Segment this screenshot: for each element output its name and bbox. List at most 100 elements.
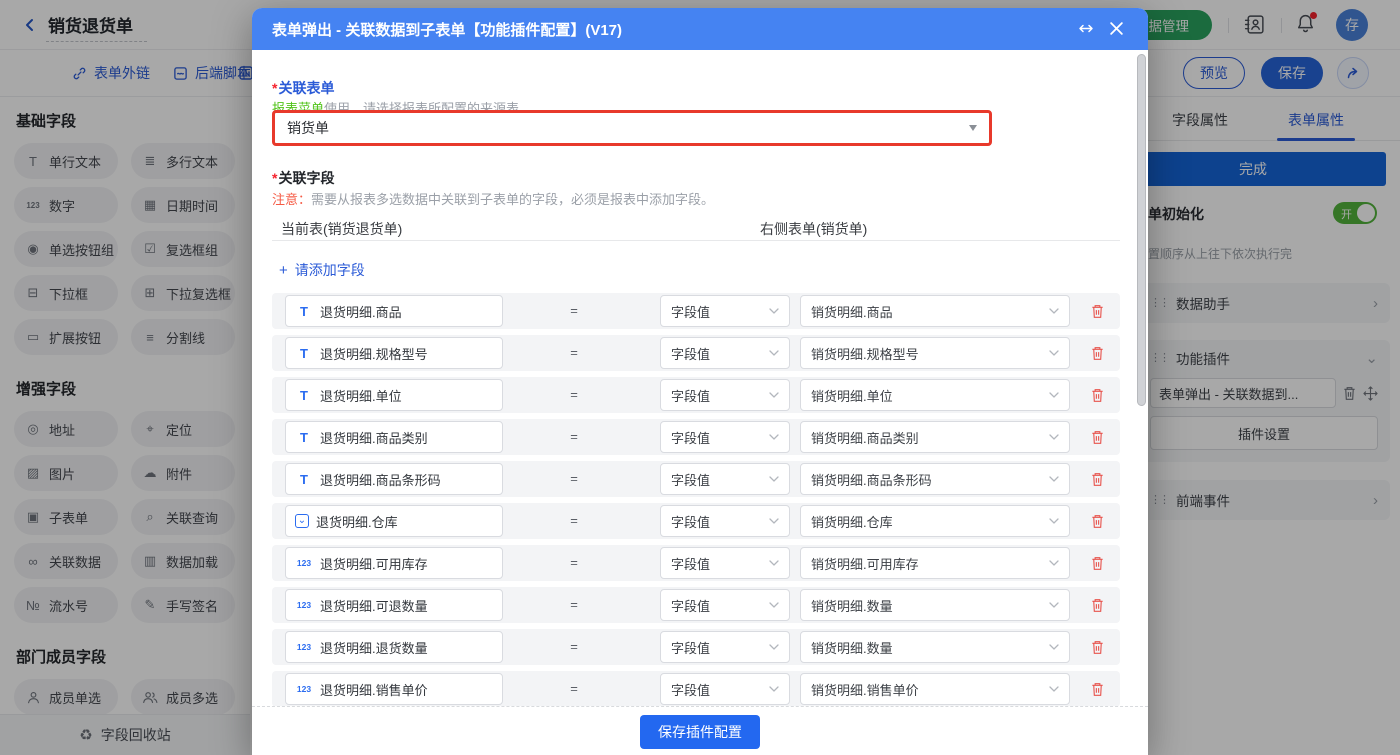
value-type-select[interactable]: 字段值 [660, 295, 790, 327]
trash-icon[interactable] [1090, 429, 1105, 445]
text-field-icon: T [295, 346, 313, 361]
trash-icon[interactable] [1090, 681, 1105, 697]
mapping-row: T退货明细.商品类别 = 字段值销货明细.商品类别 [272, 419, 1120, 455]
expand-icon[interactable] [1076, 22, 1096, 35]
value-type-select[interactable]: 字段值 [660, 589, 790, 621]
number-field-icon: 123 [295, 558, 313, 568]
add-field-button[interactable]: + 请添加字段 [279, 260, 365, 280]
plugin-config-modal: 表单弹出 - 关联数据到子表单【功能插件配置】(V17) *关联表单 报表菜单使… [252, 8, 1148, 755]
number-field-icon: 123 [295, 642, 313, 652]
trash-icon[interactable] [1090, 597, 1105, 613]
required-asterisk: * [272, 80, 277, 96]
left-field[interactable]: 123退货明细.可用库存 [285, 547, 503, 579]
divider [272, 240, 1120, 241]
right-field-select[interactable]: 销货明细.商品 [800, 295, 1070, 327]
right-field-select[interactable]: 销货明细.仓库 [800, 505, 1070, 537]
trash-icon[interactable] [1090, 555, 1105, 571]
close-icon[interactable] [1109, 21, 1124, 36]
text-field-icon: T [295, 304, 313, 319]
text-field-icon: T [295, 430, 313, 445]
chevron-down-icon [1049, 308, 1059, 314]
value-type-select[interactable]: 字段值 [660, 505, 790, 537]
value-type-select[interactable]: 字段值 [660, 379, 790, 411]
mapping-row: 123退货明细.可退数量 = 字段值销货明细.数量 [272, 587, 1120, 623]
value-type-select[interactable]: 字段值 [660, 631, 790, 663]
right-field-select[interactable]: 销货明细.可用库存 [800, 547, 1070, 579]
chevron-down-icon [769, 686, 779, 692]
note-prefix: 注意： [272, 192, 311, 207]
value-type-select[interactable]: 字段值 [660, 463, 790, 495]
chevron-down-icon [769, 518, 779, 524]
right-field-select[interactable]: 销货明细.数量 [800, 631, 1070, 663]
chevron-down-icon [769, 560, 779, 566]
right-column-header: 右侧表单(销货单) [760, 219, 867, 239]
left-field[interactable]: 123退货明细.可退数量 [285, 589, 503, 621]
related-form-select[interactable]: 销货单 [272, 110, 992, 146]
chevron-down-icon [1049, 560, 1059, 566]
right-field-select[interactable]: 销货明细.规格型号 [800, 337, 1070, 369]
chevron-down-icon [769, 350, 779, 356]
left-column-header: 当前表(销货退货单) [281, 219, 402, 239]
value-type-select[interactable]: 字段值 [660, 547, 790, 579]
mapping-row: ⌄退货明细.仓库=字段值销货明细.仓库 [272, 503, 1120, 539]
number-field-icon: 123 [295, 684, 313, 694]
left-field[interactable]: ⌄退货明细.仓库 [285, 505, 503, 537]
modal-title: 表单弹出 - 关联数据到子表单【功能插件配置】(V17) [272, 19, 622, 40]
related-form-value: 销货单 [287, 118, 329, 138]
trash-icon[interactable] [1090, 303, 1105, 319]
left-field[interactable]: T退货明细.规格型号 [285, 337, 503, 369]
chevron-down-icon [1049, 602, 1059, 608]
mapping-row: T退货明细.商品条形码 = 字段值销货明细.商品条形码 [272, 461, 1120, 497]
equals-sign: = [564, 335, 584, 371]
mapping-row: T退货明细.商品=字段值销货明细.商品 [272, 293, 1120, 329]
left-field[interactable]: T退货明细.单位 [285, 379, 503, 411]
chevron-down-icon [1049, 518, 1059, 524]
right-field-select[interactable]: 销货明细.商品条形码 [800, 463, 1070, 495]
number-field-icon: 123 [295, 600, 313, 610]
value-type-select[interactable]: 字段值 [660, 337, 790, 369]
mapping-row: 123退货明细.退货数量 = 字段值销货明细.数量 [272, 629, 1120, 665]
equals-sign: = [564, 629, 584, 665]
left-field[interactable]: 123退货明细.销售单价 [285, 673, 503, 705]
right-field-select[interactable]: 销货明细.数量 [800, 589, 1070, 621]
chevron-down-icon [769, 308, 779, 314]
chevron-down-icon [1049, 476, 1059, 482]
right-field-select[interactable]: 销货明细.商品类别 [800, 421, 1070, 453]
related-form-label: *关联表单 [272, 78, 334, 98]
trash-icon[interactable] [1090, 471, 1105, 487]
value-type-select[interactable]: 字段值 [660, 421, 790, 453]
save-plugin-config-button[interactable]: 保存插件配置 [640, 715, 760, 749]
chevron-down-icon [1049, 392, 1059, 398]
chevron-down-icon [769, 434, 779, 440]
left-field[interactable]: T退货明细.商品 [285, 295, 503, 327]
chevron-down-icon [769, 476, 779, 482]
text-field-icon: T [295, 472, 313, 487]
mapping-rows: T退货明细.商品=字段值销货明细.商品T退货明细.规格型号=字段值销货明细.规格… [272, 293, 1120, 713]
left-field[interactable]: T退货明细.商品条形码 [285, 463, 503, 495]
select-field-icon: ⌄ [295, 514, 309, 528]
chevron-down-icon [1049, 644, 1059, 650]
chevron-down-icon [1049, 434, 1059, 440]
equals-sign: = [564, 461, 584, 497]
plus-icon: + [279, 262, 288, 279]
dropdown-arrow-icon [969, 125, 977, 131]
chevron-down-icon [769, 644, 779, 650]
chevron-down-icon [1049, 686, 1059, 692]
left-field[interactable]: 123退货明细.退货数量 [285, 631, 503, 663]
equals-sign: = [564, 587, 584, 623]
left-field[interactable]: T退货明细.商品类别 [285, 421, 503, 453]
equals-sign: = [564, 419, 584, 455]
equals-sign: = [564, 545, 584, 581]
right-field-select[interactable]: 销货明细.单位 [800, 379, 1070, 411]
trash-icon[interactable] [1090, 639, 1105, 655]
chevron-down-icon [769, 392, 779, 398]
trash-icon[interactable] [1090, 345, 1105, 361]
right-field-select[interactable]: 销货明细.销售单价 [800, 673, 1070, 705]
trash-icon[interactable] [1090, 387, 1105, 403]
mapping-row: T退货明细.单位=字段值销货明细.单位 [272, 377, 1120, 413]
value-type-select[interactable]: 字段值 [660, 673, 790, 705]
trash-icon[interactable] [1090, 513, 1105, 529]
related-fields-label: *关联字段 [272, 168, 334, 188]
equals-sign: = [564, 671, 584, 707]
scrollbar-thumb[interactable] [1137, 54, 1146, 406]
